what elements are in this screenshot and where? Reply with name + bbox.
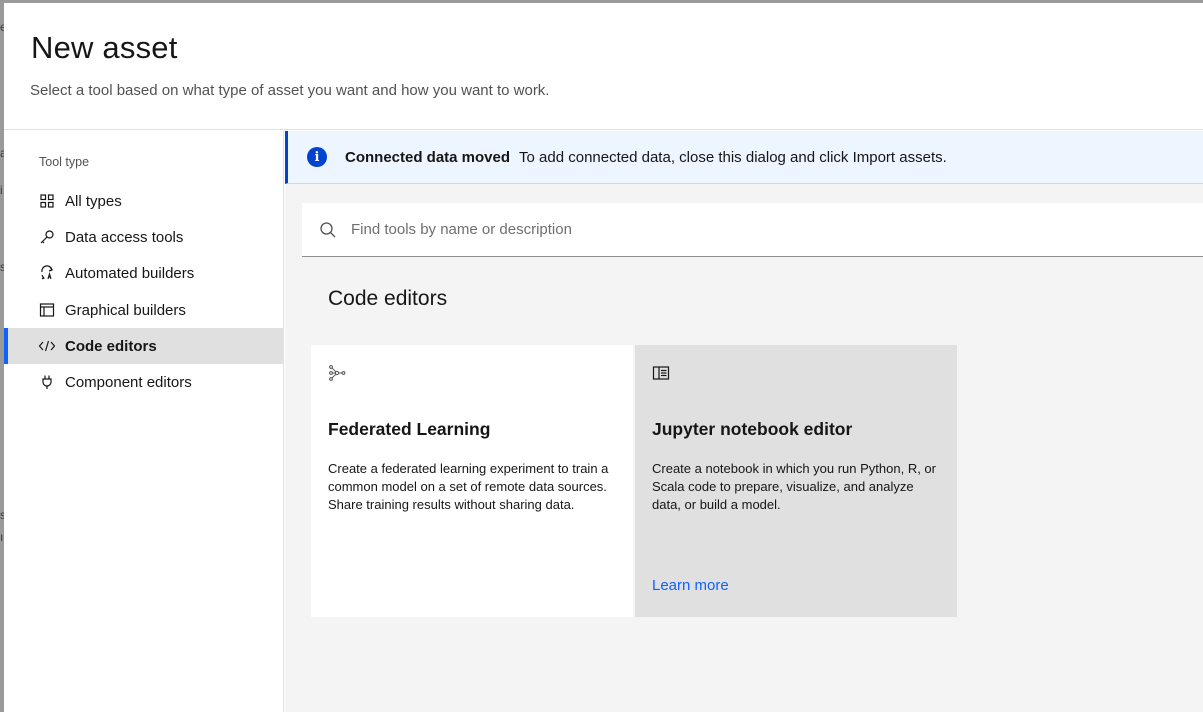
key-icon: [38, 228, 56, 246]
learn-more-link[interactable]: Learn more: [652, 577, 729, 594]
window-layout-icon: [38, 301, 56, 319]
code-icon: [38, 337, 56, 355]
dialog-header: New asset Select a tool based on what ty…: [4, 3, 1203, 130]
federated-learning-icon: [328, 364, 346, 382]
sidebar-heading: Tool type: [39, 155, 90, 169]
grid-icon: [38, 192, 56, 210]
card-title: Federated Learning: [328, 419, 491, 439]
tool-content-area: i Connected data moved To add connected …: [285, 131, 1203, 712]
info-icon: i: [307, 147, 327, 167]
plug-icon: [38, 373, 56, 391]
dialog-title: New asset: [31, 30, 178, 65]
sidebar-item-all-types[interactable]: All types: [4, 183, 284, 219]
backdrop-edge-text: i: [0, 183, 3, 197]
dialog-subtitle: Select a tool based on what type of asse…: [30, 82, 550, 99]
notification-title: Connected data moved: [345, 148, 511, 166]
sidebar-item-label: Automated builders: [65, 264, 195, 282]
sidebar-item-graphical-builders[interactable]: Graphical builders: [4, 292, 284, 328]
sidebar-item-label: Data access tools: [65, 228, 184, 246]
sidebar-item-label: Component editors: [65, 373, 192, 391]
sidebar-item-label: All types: [65, 192, 122, 210]
search-icon: [319, 221, 337, 239]
automated-builder-icon: [38, 264, 56, 282]
card-description: Create a federated learning experiment t…: [328, 461, 609, 512]
new-asset-dialog: New asset Select a tool based on what ty…: [4, 3, 1203, 712]
backdrop-edge-text: ı: [0, 530, 4, 544]
tool-type-sidebar: Tool type All types Data access tools Au…: [4, 131, 284, 712]
sidebar-item-label: Graphical builders: [65, 301, 186, 319]
search-bar: [302, 203, 1203, 257]
section-title: Code editors: [328, 287, 448, 310]
inline-notification: i Connected data moved To add connected …: [285, 131, 1203, 184]
sidebar-item-automated-builders[interactable]: Automated builders: [4, 255, 284, 291]
tool-card-federated-learning[interactable]: Federated Learning Create a federated le…: [311, 345, 633, 617]
notebook-icon: [652, 364, 670, 382]
sidebar-item-label: Code editors: [65, 337, 157, 355]
sidebar-item-data-access-tools[interactable]: Data access tools: [4, 219, 284, 255]
card-description: Create a notebook in which you run Pytho…: [652, 461, 936, 512]
notification-message: To add connected data, close this dialog…: [519, 148, 947, 166]
tool-card-jupyter-notebook-editor[interactable]: Jupyter notebook editor Create a noteboo…: [635, 345, 957, 617]
sidebar-item-component-editors[interactable]: Component editors: [4, 364, 284, 400]
sidebar-item-code-editors[interactable]: Code editors: [4, 328, 284, 364]
card-title: Jupyter notebook editor: [652, 419, 853, 439]
search-input[interactable]: [351, 221, 1151, 238]
